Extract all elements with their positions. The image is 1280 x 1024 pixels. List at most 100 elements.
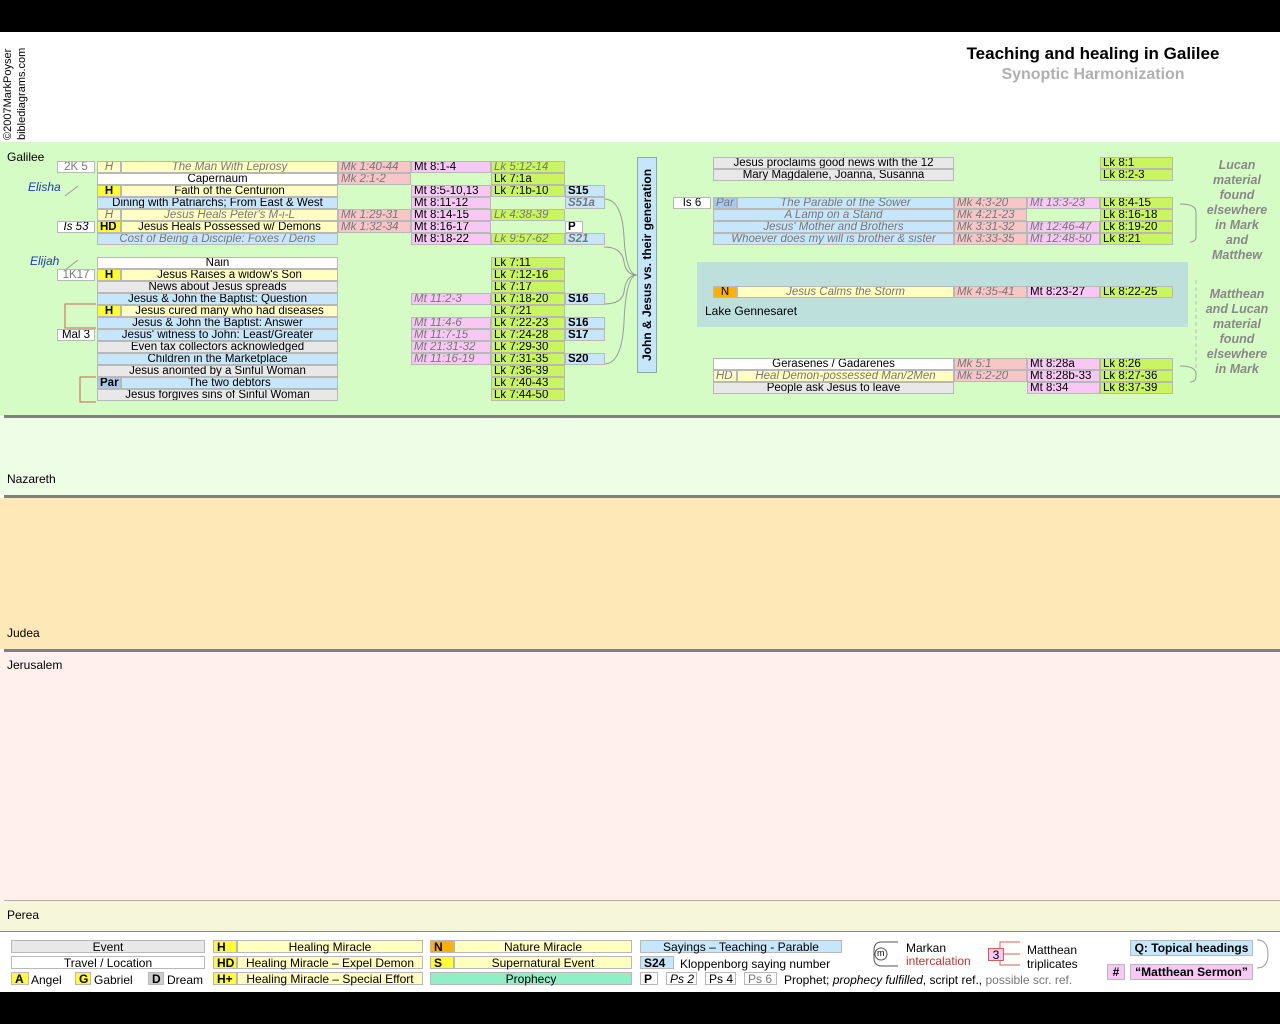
- luke-reference: Lk 7:18-20: [491, 293, 565, 305]
- luke-reference: Lk 4:38-39: [491, 209, 565, 221]
- luke-reference: Lk 7:24-28: [491, 329, 565, 341]
- note-matthean: Matthean and Lucan material found elsewh…: [1198, 287, 1276, 377]
- note-line: found: [1219, 332, 1255, 346]
- luke-reference: Lk 7:29-30: [491, 341, 565, 353]
- event-title: Jesus & John the Baptist: Answer: [97, 317, 338, 329]
- event-title: Jesus Calms the Storm: [737, 286, 954, 298]
- event-title: Jesus Heals Possessed w/ Demons: [121, 221, 338, 233]
- event-title: Gerasenes / Gadarenes: [713, 358, 954, 370]
- event-type-tag: HD: [97, 221, 121, 233]
- saying-number: S51a: [565, 197, 605, 209]
- event-type-tag: Par: [713, 197, 737, 209]
- saying-number: S15: [565, 185, 605, 197]
- luke-reference: Lk 8:19-20: [1100, 221, 1173, 233]
- note-line: Matthew: [1212, 248, 1262, 262]
- luke-reference: Lk 7:1a: [491, 173, 565, 185]
- event-title: Jesus Heals Peter's M-i-L: [121, 209, 338, 221]
- event-title: The Man With Leprosy: [121, 161, 338, 173]
- matthew-reference: Mt 12:48-50: [1027, 233, 1100, 245]
- note-line: elsewhere: [1206, 347, 1268, 361]
- matthew-reference: Mt 8:5-10,13: [411, 185, 491, 197]
- luke-reference: Lk 7:1b-10: [491, 185, 565, 197]
- luke-reference: Lk 8:37-39: [1100, 382, 1173, 394]
- matthew-reference: Mt 8:28a: [1027, 358, 1100, 370]
- luke-reference: Lk 7:17: [491, 281, 565, 293]
- mark-reference: Mk 1:32-34: [338, 221, 411, 233]
- event-title: Jesus forgives sins of Sinful Woman: [97, 389, 338, 401]
- note-line: in Mark: [1215, 362, 1259, 376]
- event-title: Jesus' Mother and Brothers: [713, 221, 954, 233]
- note-line: found: [1219, 188, 1255, 202]
- legend-trip-num: 3: [988, 948, 1004, 961]
- mark-reference: Mk 5:2-20: [954, 370, 1027, 382]
- legend-symbols: [873, 939, 1269, 969]
- event-title: The two debtors: [121, 377, 338, 389]
- event-type-tag: H: [97, 305, 121, 317]
- luke-reference: Lk 8:27-36: [1100, 370, 1173, 382]
- matthew-reference: Mt 8:1-4: [411, 161, 491, 173]
- ot-reference: 1K17: [57, 269, 95, 281]
- event-type-tag: H: [97, 209, 121, 221]
- matthew-reference: Mt 8:23-27: [1027, 286, 1100, 298]
- note-line: and Lucan: [1205, 302, 1269, 316]
- luke-reference: Lk 8:21: [1100, 233, 1173, 245]
- matthew-reference: Mt 11:4-6: [411, 317, 491, 329]
- luke-reference: Lk 8:22-25: [1100, 286, 1173, 298]
- event-type-tag: H: [97, 269, 121, 281]
- matthew-reference: Mt 11:16-19: [411, 353, 491, 365]
- matthew-reference: Mt 8:11-12: [411, 197, 491, 209]
- luke-reference: Lk 8:26: [1100, 358, 1173, 370]
- matthew-reference: Mt 12:46-47: [1027, 221, 1100, 233]
- mark-reference: Mk 3:33-35: [954, 233, 1027, 245]
- event-type-tag: H: [97, 161, 121, 173]
- legend-sermon: “Matthean Sermon”: [1130, 964, 1253, 980]
- mark-reference: Mk 1:29-31: [338, 209, 411, 221]
- event-type-tag: Par: [97, 377, 121, 389]
- note-line: Matthean: [1209, 287, 1265, 301]
- legend: Event Travel / Location A Angel G Gabrie…: [0, 931, 1280, 992]
- legend-triplicates: triplicates: [1027, 957, 1078, 971]
- matthew-reference: Mt 8:14-15: [411, 209, 491, 221]
- legend-markan: Markan: [906, 941, 947, 955]
- ot-reference: Mal 3: [57, 329, 95, 341]
- note-line: elsewhere: [1206, 203, 1268, 217]
- luke-reference: Lk 7:31-35: [491, 353, 565, 365]
- event-title: People ask Jesus to leave: [713, 382, 954, 394]
- event-title: The Parable of the Sower: [737, 197, 954, 209]
- luke-reference: Lk 7:40-43: [491, 377, 565, 389]
- legend-markan-m: m: [877, 948, 885, 958]
- event-title: News about Jesus spreads: [97, 281, 338, 293]
- luke-reference: Lk 7:22-23: [491, 317, 565, 329]
- legend-matthean: Matthean: [1027, 943, 1078, 957]
- event-title: Mary Magdalene, Joanna, Susanna: [713, 169, 954, 181]
- luke-reference: Lk 7:21: [491, 305, 565, 317]
- note-line: material: [1213, 173, 1261, 187]
- mark-reference: Mk 3:31-32: [954, 221, 1027, 233]
- event-title: Faith of the Centurion: [121, 185, 338, 197]
- event-title: Heal Demon-possessed Man/2Men: [737, 370, 954, 382]
- matthew-reference: Mt 8:18-22: [411, 233, 491, 245]
- luke-reference: Lk 9:57-62: [491, 233, 565, 245]
- event-title: Jesus anointed by a Sinful Woman: [97, 365, 338, 377]
- luke-reference: Lk 5:12-14: [491, 161, 565, 173]
- note-line: Lucan: [1218, 158, 1256, 172]
- event-type-tag: HD: [713, 370, 737, 382]
- luke-reference: Lk 7:12-16: [491, 269, 565, 281]
- event-title: Whoever does my will is brother & sister: [713, 233, 954, 245]
- event-title: Jesus cured many who had diseases: [121, 305, 338, 317]
- mark-reference: Mk 4:21-23: [954, 209, 1027, 221]
- saying-number: S16: [565, 293, 605, 305]
- luke-reference: Lk 8:4-15: [1100, 197, 1173, 209]
- luke-reference: Lk 8:1: [1100, 157, 1173, 169]
- saying-number: S20: [565, 353, 605, 365]
- event-type-tag: N: [713, 286, 737, 298]
- event-title: Cost of Being a Disciple: Foxes / Dens: [97, 233, 338, 245]
- matthew-reference: Mt 8:34: [1027, 382, 1100, 394]
- luke-reference: Lk 8:16-18: [1100, 209, 1173, 221]
- event-type-tag: H: [97, 185, 121, 197]
- event-title: Children in the Marketplace: [97, 353, 338, 365]
- legend-q-heading: Q: Topical headings: [1130, 940, 1253, 956]
- event-title: Jesus & John the Baptist: Question: [97, 293, 338, 305]
- mark-reference: Mk 5:1: [954, 358, 1027, 370]
- note-line: and: [1225, 233, 1249, 247]
